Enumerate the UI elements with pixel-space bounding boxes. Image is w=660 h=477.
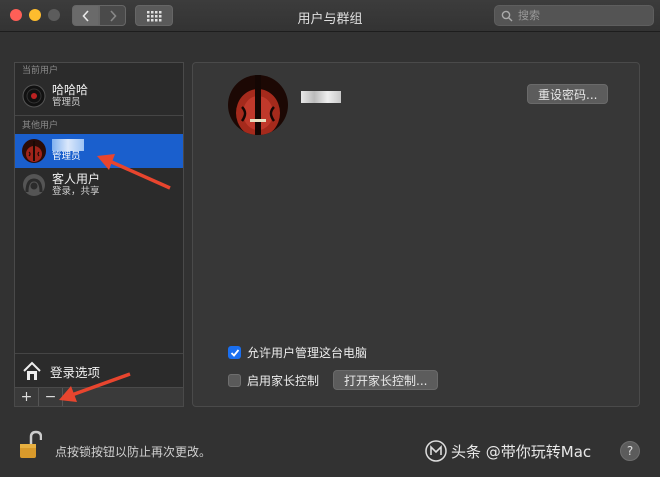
user-row-current[interactable]: 哈哈哈 管理员	[15, 79, 183, 113]
search-icon	[501, 10, 513, 21]
other-users-header: 其他用户	[22, 121, 59, 131]
parental-controls-label: 启用家长控制	[247, 373, 320, 388]
user-detail-panel: 重设密码... 允许用户管理这台电脑 启用家长控制 打开家长控制...	[192, 62, 640, 407]
violin-avatar-icon	[22, 139, 46, 163]
search-input[interactable]	[518, 9, 638, 22]
violin-picture-icon	[228, 75, 288, 135]
lock-hint-text: 点按锁按钮以防止再次更改。	[55, 445, 212, 459]
allow-admin-checkbox[interactable]	[228, 346, 241, 359]
title-bar: 用户与群组	[0, 0, 660, 32]
allow-admin-row: 允许用户管理这台电脑	[228, 344, 367, 361]
parental-controls-checkbox[interactable]	[228, 373, 241, 387]
user-avatar[interactable]	[228, 75, 288, 135]
divider	[15, 115, 183, 116]
blurred-username	[52, 139, 84, 151]
help-button[interactable]: ?	[620, 441, 640, 461]
lock-button[interactable]	[18, 430, 43, 466]
current-user-role: 管理员	[52, 97, 81, 108]
current-users-header: 当前用户	[22, 66, 59, 76]
guest-user-name: 客人用户	[52, 172, 101, 186]
open-parental-controls-button[interactable]: 打开家长控制...	[333, 370, 439, 390]
house-icon	[23, 361, 41, 380]
guest-user-icon	[23, 174, 45, 196]
watermark-text: 头条 @带你玩转Mac	[451, 442, 592, 461]
checkmark-icon	[230, 348, 239, 357]
allow-admin-label: 允许用户管理这台电脑	[247, 346, 368, 360]
watermark-logo-icon	[425, 440, 447, 462]
vinyl-avatar-icon	[22, 84, 46, 108]
parental-controls-row: 启用家长控制 打开家长控制...	[228, 370, 439, 390]
users-sidebar: 当前用户 哈哈哈 管理员 其他用户 管理员 客人用户 登录，共享 登录选项 + …	[14, 62, 184, 407]
annotation-arrow-icon	[97, 154, 171, 190]
unlocked-padlock-icon	[20, 430, 43, 458]
blurred-user-name	[301, 91, 341, 103]
selected-user-role: 管理员	[52, 151, 81, 162]
add-user-button[interactable]: +	[15, 388, 39, 406]
reset-password-button[interactable]: 重设密码...	[527, 84, 609, 104]
search-field[interactable]	[494, 5, 654, 26]
watermark: 头条 @带你玩转Mac	[425, 440, 591, 462]
annotation-arrow-icon	[59, 372, 131, 402]
guest-user-role: 登录，共享	[52, 186, 100, 197]
current-user-name: 哈哈哈	[52, 83, 89, 97]
